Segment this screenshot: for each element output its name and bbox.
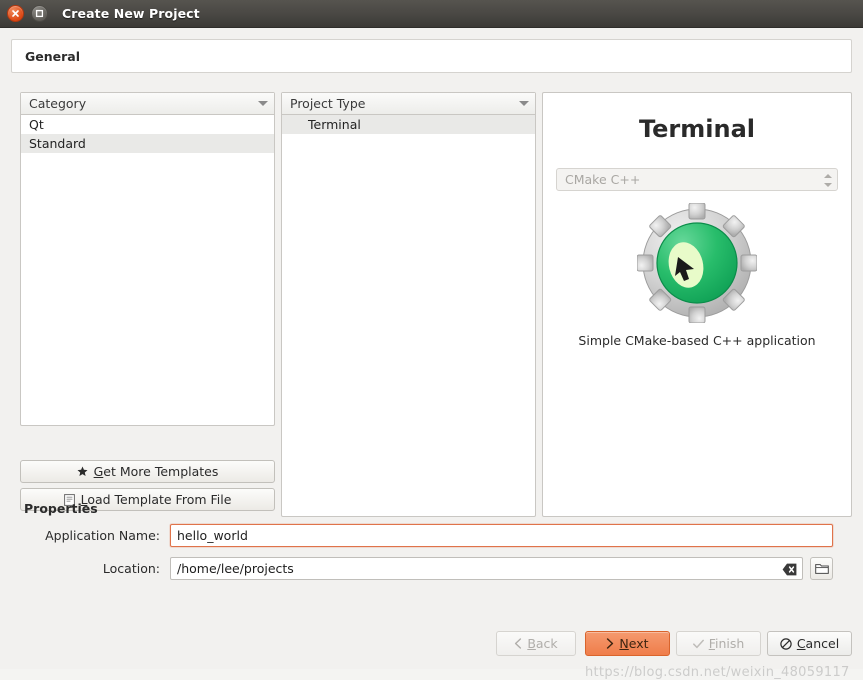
check-icon bbox=[692, 639, 704, 648]
category-header-label: Category bbox=[29, 96, 87, 111]
page-header: General bbox=[11, 39, 852, 73]
location-value: /home/lee/projects bbox=[177, 561, 294, 576]
get-more-templates-button[interactable]: Get More Templates bbox=[20, 460, 275, 483]
list-item[interactable]: Standard bbox=[21, 134, 274, 153]
application-name-value: hello_world bbox=[177, 528, 248, 543]
category-item-label: Qt bbox=[29, 117, 44, 132]
location-label: Location: bbox=[102, 561, 160, 576]
project-type-item-label: Terminal bbox=[308, 117, 361, 132]
preview-description: Simple CMake-based C++ application bbox=[578, 333, 816, 348]
get-more-templates-rest: et More Templates bbox=[103, 464, 219, 479]
project-type-column-header[interactable]: Project Type bbox=[282, 93, 535, 115]
spinbox-arrows[interactable] bbox=[821, 171, 834, 189]
project-type-header-label: Project Type bbox=[290, 96, 366, 111]
finish-rest: inish bbox=[714, 636, 745, 651]
maximize-icon[interactable] bbox=[31, 5, 48, 22]
accel-char: N bbox=[619, 636, 629, 651]
window-title: Create New Project bbox=[62, 6, 200, 21]
category-list: Qt Standard bbox=[21, 115, 274, 153]
list-item[interactable]: Terminal bbox=[282, 115, 535, 134]
back-label: Back bbox=[527, 636, 557, 651]
application-name-label: Application Name: bbox=[45, 528, 160, 543]
star-icon bbox=[77, 466, 88, 476]
template-preview-panel: Terminal CMake C++ Simple CMake-based C+… bbox=[542, 92, 852, 517]
cancel-button[interactable]: Cancel bbox=[767, 631, 852, 656]
get-more-templates-label: Get More Templates bbox=[94, 464, 219, 479]
project-type-panel: Project Type Terminal bbox=[281, 92, 536, 517]
cancel-rest: ancel bbox=[805, 636, 840, 651]
chevron-right-icon bbox=[607, 638, 614, 649]
kdevelop-gear-icon bbox=[637, 203, 757, 323]
finish-label: Finish bbox=[709, 636, 745, 651]
location-input[interactable]: /home/lee/projects bbox=[170, 557, 803, 580]
close-icon[interactable] bbox=[7, 5, 24, 22]
chevron-up-icon[interactable] bbox=[823, 173, 832, 178]
next-label: Next bbox=[619, 636, 648, 651]
back-rest: ack bbox=[535, 636, 558, 651]
chevron-down-icon bbox=[519, 101, 529, 106]
language-value: CMake C++ bbox=[565, 172, 641, 187]
category-item-label: Standard bbox=[29, 136, 86, 151]
accel-char: C bbox=[796, 636, 806, 651]
app-icon-wrapper bbox=[543, 203, 851, 323]
language-spinbox[interactable]: CMake C++ bbox=[556, 168, 838, 191]
page-title: General bbox=[25, 48, 80, 64]
load-template-rest: oad Template From File bbox=[87, 492, 232, 507]
watermark-text: https://blog.csdn.net/weixin_48059117 bbox=[585, 665, 850, 680]
cancel-label: Cancel bbox=[797, 636, 839, 651]
create-new-project-dialog: General Category Qt Standard Get More Te… bbox=[0, 28, 863, 680]
preview-title: Terminal bbox=[638, 115, 756, 143]
load-template-label: Load Template From File bbox=[81, 492, 232, 507]
chevron-down-icon[interactable] bbox=[823, 182, 832, 187]
cancel-icon bbox=[780, 637, 792, 650]
back-button[interactable]: Back bbox=[496, 631, 576, 656]
accel-char: G bbox=[93, 464, 104, 479]
category-panel: Category Qt Standard bbox=[20, 92, 275, 426]
category-column-header[interactable]: Category bbox=[21, 93, 274, 115]
chevron-down-icon bbox=[258, 101, 268, 106]
finish-button[interactable]: Finish bbox=[676, 631, 761, 656]
accel-char: B bbox=[527, 636, 536, 651]
application-name-input[interactable]: hello_world bbox=[170, 524, 833, 547]
chevron-left-icon bbox=[515, 638, 522, 649]
folder-icon bbox=[814, 564, 829, 574]
clear-icon[interactable] bbox=[782, 562, 797, 577]
list-item[interactable]: Qt bbox=[21, 115, 274, 134]
browse-folder-button[interactable] bbox=[810, 557, 833, 580]
next-button[interactable]: Next bbox=[585, 631, 670, 656]
properties-section-title: Properties bbox=[24, 501, 98, 516]
project-type-list: Terminal bbox=[282, 115, 535, 134]
window-titlebar: Create New Project bbox=[0, 0, 863, 28]
next-rest: ext bbox=[628, 636, 649, 651]
